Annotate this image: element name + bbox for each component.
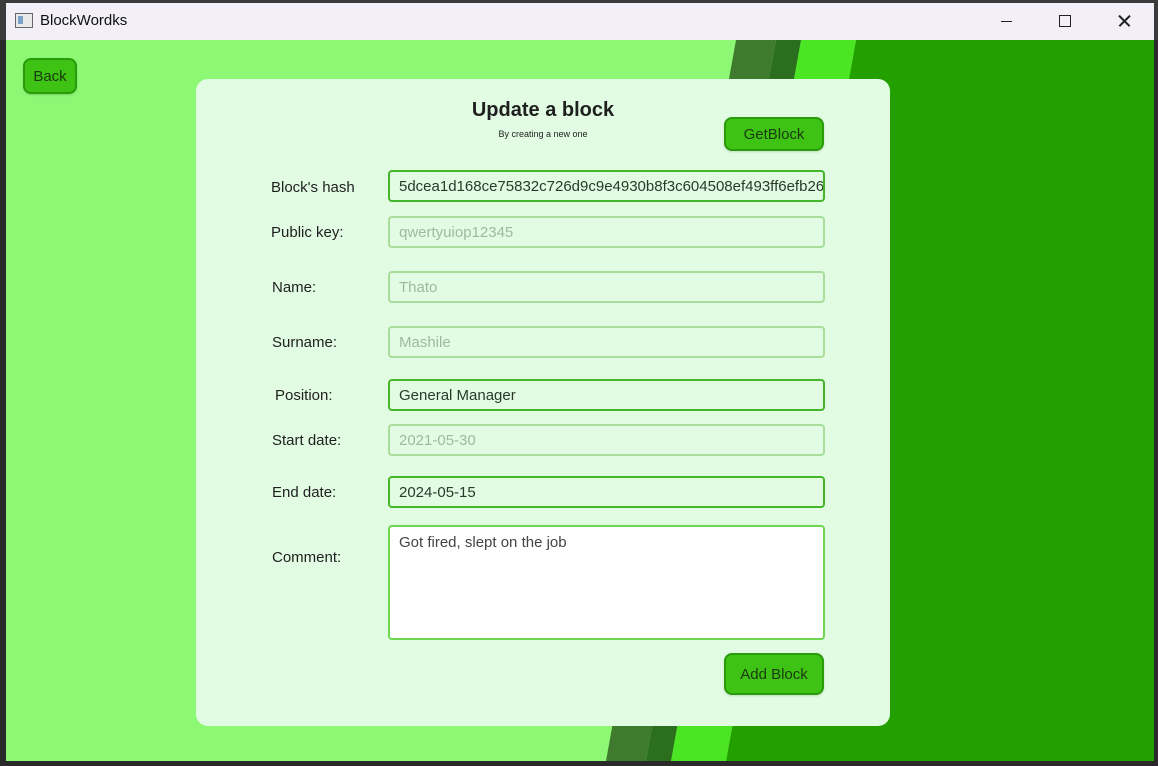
main-content: Back Update a block By creating a new on…	[6, 40, 1154, 761]
minimize-icon[interactable]	[978, 3, 1036, 40]
app-window: BlockWordks Back Update a block By creat…	[6, 3, 1154, 761]
start-date-label: Start date:	[272, 432, 342, 449]
block-hash-input[interactable]	[388, 170, 825, 202]
start-date-input[interactable]	[388, 424, 825, 456]
comment-textarea[interactable]: Got fired, slept on the job	[388, 525, 825, 640]
get-block-button[interactable]: GetBlock	[724, 117, 824, 151]
name-label: Name:	[272, 279, 317, 296]
position-input[interactable]	[388, 379, 825, 411]
update-block-card: Update a block By creating a new one Get…	[196, 79, 890, 726]
comment-label: Comment:	[272, 549, 342, 566]
name-input[interactable]	[388, 271, 825, 303]
close-icon[interactable]	[1096, 3, 1154, 40]
window-title: BlockWordks	[40, 12, 128, 29]
surname-label: Surname:	[272, 334, 338, 351]
public-key-input[interactable]	[388, 216, 825, 248]
block-hash-label: Block's hash	[271, 179, 355, 196]
maximize-icon[interactable]	[1036, 3, 1094, 40]
surname-input[interactable]	[388, 326, 825, 358]
back-button[interactable]: Back	[23, 58, 77, 94]
public-key-label: Public key:	[271, 224, 344, 241]
add-block-button[interactable]: Add Block	[724, 653, 824, 695]
end-date-label: End date:	[272, 484, 337, 501]
position-label: Position:	[275, 387, 333, 404]
app-icon	[15, 13, 33, 28]
end-date-input[interactable]	[388, 476, 825, 508]
title-bar[interactable]: BlockWordks	[6, 3, 1154, 40]
